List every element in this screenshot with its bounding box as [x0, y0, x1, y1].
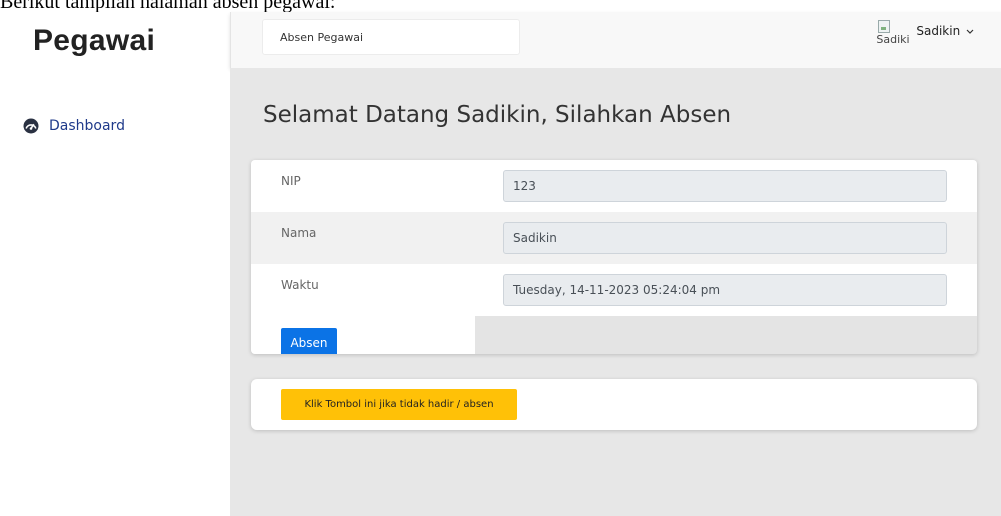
waktu-label: Waktu	[281, 278, 319, 292]
user-name-label: Sadikin	[916, 24, 961, 38]
page-title: Selamat Datang Sadikin, Silahkan Absen	[263, 102, 732, 128]
dashboard-icon	[23, 118, 39, 134]
search-input[interactable]: Absen Pegawai	[262, 19, 520, 55]
nip-field[interactable]: 123	[503, 170, 947, 202]
form-row-nip: NIP 123	[251, 160, 977, 212]
sidebar-item-dashboard[interactable]: Dashboard	[23, 118, 125, 134]
sidebar-item-label: Dashboard	[49, 118, 125, 134]
broken-image-icon	[878, 20, 891, 33]
absent-card: Klik Tombol ini jika tidak hadir / absen	[251, 379, 977, 430]
form-row-nama: Nama Sadikin	[251, 212, 977, 264]
nip-label: NIP	[281, 174, 301, 188]
main-content: Selamat Datang Sadikin, Silahkan Absen N…	[230, 68, 1001, 516]
nama-label: Nama	[281, 226, 317, 240]
brand-logo[interactable]: Pegawai	[33, 24, 155, 58]
form-row-waktu: Waktu Tuesday, 14-11-2023 05:24:04 pm	[251, 264, 977, 316]
submit-cell: Absen	[251, 316, 475, 354]
top-navbar: Absen Pegawai Sadiki Sadikin	[230, 12, 1001, 68]
nama-field[interactable]: Sadikin	[503, 222, 947, 254]
avatar-alt-text: Sadiki	[876, 33, 910, 46]
avatar[interactable]: Sadiki	[876, 20, 910, 48]
search-input-value: Absen Pegawai	[280, 30, 363, 44]
document-caption: Berikut tampilan halaman absen pegawai:	[0, 0, 336, 13]
waktu-field[interactable]: Tuesday, 14-11-2023 05:24:04 pm	[503, 274, 947, 306]
not-present-button[interactable]: Klik Tombol ini jika tidak hadir / absen	[281, 389, 517, 420]
user-name[interactable]: Sadikin	[916, 24, 974, 48]
attendance-form-card: NIP 123 Nama Sadikin Waktu Tuesday, 14-1…	[251, 160, 977, 354]
sidebar: Pegawai Dashboard	[9, 12, 229, 516]
user-menu[interactable]: Sadiki Sadikin	[876, 20, 974, 48]
absen-button[interactable]: Absen	[281, 328, 337, 354]
chevron-down-icon	[966, 29, 974, 34]
